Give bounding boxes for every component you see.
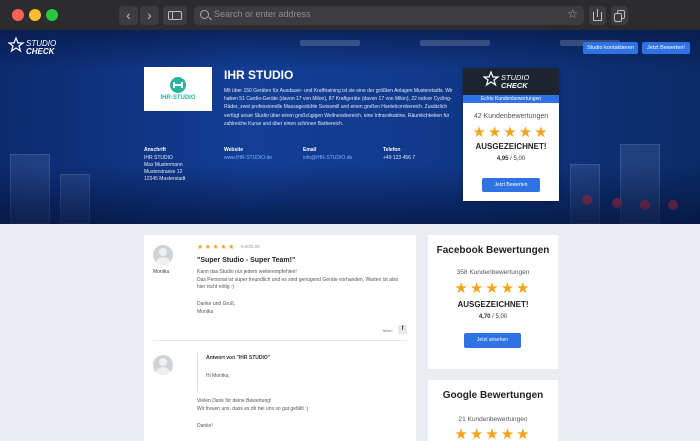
facebook-star-rating: ★★★★★ bbox=[454, 280, 532, 297]
review-title: "Super Studio - Super Team!" bbox=[197, 257, 296, 264]
rating-band: Echte Kundenbewertungen bbox=[463, 95, 559, 103]
phone-block: Telefon +49 123 456 7 bbox=[383, 147, 415, 162]
star-rating: ★★★★★ bbox=[472, 124, 550, 141]
reply-body: Vielen Dank für deine Bewertung! Wir fre… bbox=[197, 398, 309, 412]
back-button[interactable]: ‹ bbox=[119, 6, 138, 25]
reply-signature: Danke! bbox=[197, 423, 213, 429]
facebook-score: 4,70 / 5,00 bbox=[478, 314, 508, 320]
rating-score: 4,95 / 5,00 bbox=[496, 156, 526, 162]
chevron-right-icon: › bbox=[147, 7, 152, 23]
chevron-left-icon: ‹ bbox=[126, 7, 131, 23]
phone-number[interactable]: +49 123 456 7 bbox=[383, 155, 415, 162]
email-block: Email info@IHR-STUDIO.de bbox=[303, 147, 352, 162]
svg-text:CHECK: CHECK bbox=[26, 47, 56, 56]
divider bbox=[153, 340, 407, 341]
address-line: Musterstrasse 12 bbox=[144, 169, 183, 175]
website-label: Website bbox=[224, 147, 244, 153]
reply-indent-line bbox=[197, 353, 198, 391]
studio-check-logo[interactable]: STUDIO CHECK bbox=[8, 37, 68, 57]
rating-verdict: AUSGEZEICHNET! bbox=[475, 142, 547, 151]
google-ratings-card: Google Bewertungen 21 Kundenbewertungen … bbox=[428, 380, 558, 441]
facebook-ratings-title: Facebook Bewertungen bbox=[436, 245, 550, 256]
reply-title: Antwort von "IHR STUDIO" bbox=[206, 355, 271, 361]
facebook-share-icon[interactable]: f bbox=[398, 325, 407, 334]
avatar bbox=[153, 245, 173, 265]
dumbbell-icon bbox=[170, 77, 186, 93]
studio-logo-label: IHR-STUDIO bbox=[160, 95, 196, 101]
sidebar-toggle-button[interactable] bbox=[163, 6, 187, 25]
browser-toolbar: ‹ › Search or enter address ☆ bbox=[0, 0, 700, 30]
website-link[interactable]: www.IHR-STUDIO.de bbox=[224, 155, 272, 162]
facebook-verdict: AUSGEZEICHNET! bbox=[457, 300, 529, 309]
review-body: Kann das Studio nur jedem weiterempfehle… bbox=[197, 269, 399, 291]
google-star-rating: ★★★★★ bbox=[454, 426, 532, 441]
studio-name: IHR STUDIO bbox=[224, 68, 294, 82]
rate-now-button[interactable]: Jetzt Bewerten! bbox=[642, 42, 690, 54]
minimize-window-button[interactable] bbox=[29, 9, 41, 21]
studio-description: Mit über 150 Geräten für Ausdauer- und K… bbox=[224, 88, 453, 127]
website-block: Website www.IHR-STUDIO.de bbox=[224, 147, 272, 162]
email-link[interactable]: info@IHR-STUDIO.de bbox=[303, 155, 352, 162]
phone-label: Telefon bbox=[383, 147, 401, 153]
address-input[interactable]: Search or enter address bbox=[214, 9, 311, 19]
review-score: 5,00/5,00 bbox=[241, 244, 260, 249]
forward-button[interactable]: › bbox=[140, 6, 159, 25]
share-button[interactable] bbox=[589, 6, 606, 25]
reviewer-name: Monika bbox=[153, 269, 170, 275]
google-ratings-title: Google Bewertungen bbox=[442, 390, 544, 401]
facebook-ratings-count: 358 Kundenbewertungen bbox=[456, 269, 530, 276]
svg-text:CHECK: CHECK bbox=[501, 81, 528, 90]
reply-greeting: Hi Monika, bbox=[206, 373, 230, 379]
review-card: Monika ★★★★★ 5,00/5,00 "Super Studio - S… bbox=[144, 235, 416, 441]
contact-studio-button[interactable]: Studio kontaktieren bbox=[583, 42, 638, 54]
address-block: Anschrift IHR STUDIO Max Mustermann Must… bbox=[144, 147, 185, 183]
maximize-window-button[interactable] bbox=[46, 9, 58, 21]
review-star-rating: ★★★★★ bbox=[197, 244, 236, 251]
google-ratings-count: 21 Kundenbewertungen bbox=[458, 416, 528, 423]
share-label: Teilen bbox=[382, 328, 393, 333]
review-signature: Danke und Gruß, Monika bbox=[197, 301, 236, 315]
tabs-overview-button[interactable] bbox=[611, 6, 628, 25]
address-label: Anschrift bbox=[144, 147, 166, 153]
email-label: Email bbox=[303, 147, 317, 153]
address-line: IHR STUDIO bbox=[144, 155, 173, 161]
rating-card: STUDIO CHECK Echte Kundenbewertungen 42 … bbox=[463, 68, 559, 201]
rate-now-card-button[interactable]: Jetzt Bewerten bbox=[482, 178, 540, 192]
close-window-button[interactable] bbox=[12, 9, 24, 21]
sidebar-icon bbox=[168, 11, 182, 20]
address-line: Max Mustermann bbox=[144, 162, 183, 168]
rating-count: 42 Kundenbewertungen bbox=[473, 113, 549, 120]
address-line: 12345 Musterstadt bbox=[144, 176, 186, 182]
address-bar[interactable]: Search or enter address ☆ bbox=[194, 6, 584, 25]
studio-logo: IHR-STUDIO bbox=[144, 67, 212, 111]
view-facebook-button[interactable]: Jetzt ansehen bbox=[464, 333, 521, 348]
avatar bbox=[153, 355, 173, 375]
search-icon bbox=[200, 10, 209, 19]
studio-check-badge-logo: STUDIO CHECK bbox=[483, 71, 530, 90]
bookmark-star-icon[interactable]: ☆ bbox=[567, 7, 578, 21]
facebook-ratings-card: Facebook Bewertungen 358 Kundenbewertung… bbox=[428, 235, 558, 369]
